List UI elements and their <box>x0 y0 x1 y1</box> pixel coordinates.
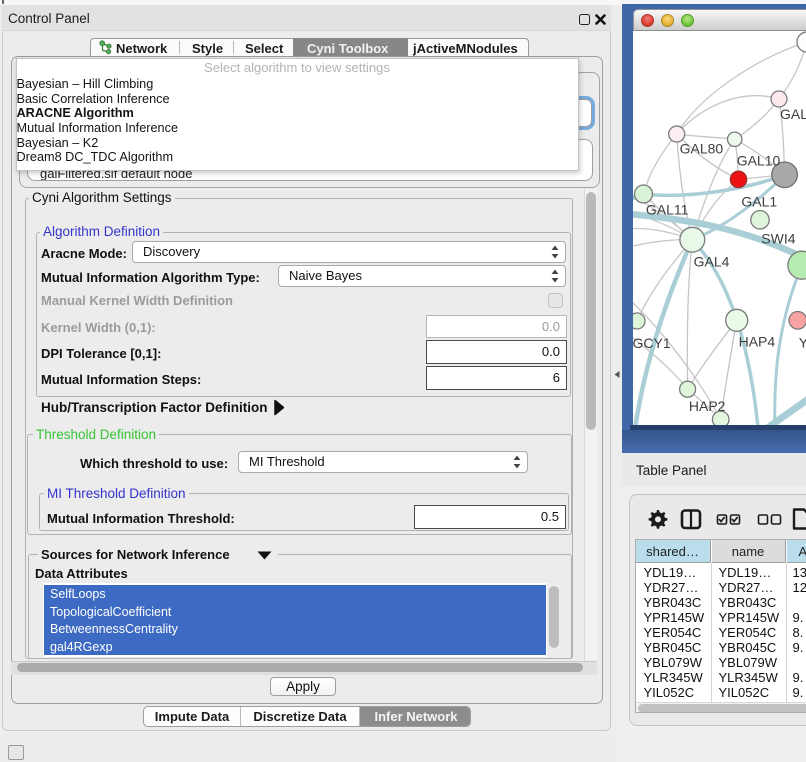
svg-text:GAL80: GAL80 <box>680 141 724 157</box>
svg-text:GAL11: GAL11 <box>646 202 689 218</box>
svg-text:SWI4: SWI4 <box>761 231 795 247</box>
svg-text:GAL4: GAL4 <box>694 254 730 270</box>
svg-text:HAP4: HAP4 <box>739 334 776 350</box>
svg-text:GAL10: GAL10 <box>737 153 781 169</box>
svg-text:YP: YP <box>799 335 806 351</box>
svg-text:GAL7: GAL7 <box>780 106 806 122</box>
svg-text:GAL1: GAL1 <box>741 194 777 210</box>
svg-text:GCY1: GCY1 <box>633 335 671 351</box>
svg-text:HAP2: HAP2 <box>689 398 726 414</box>
